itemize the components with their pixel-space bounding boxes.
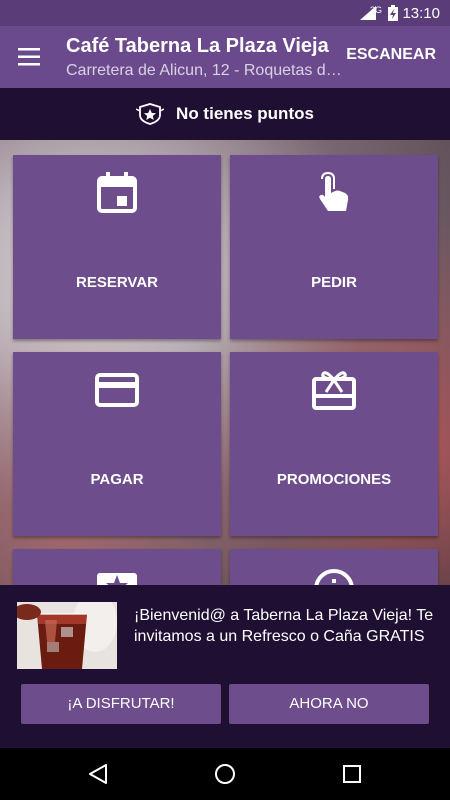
tile-info[interactable]	[230, 549, 438, 585]
tile-loyalty[interactable]	[13, 549, 221, 585]
tile-label: PROMOCIONES	[276, 471, 392, 488]
credit-card-icon	[95, 373, 139, 407]
welcome-message: ¡Bienvenid@ a Taberna La Plaza Vieja! Te…	[134, 607, 434, 645]
welcome-banner: ¡Bienvenid@ a Taberna La Plaza Vieja! Te…	[0, 585, 450, 748]
recents-icon[interactable]	[341, 763, 363, 785]
tile-label: RESERVAR	[76, 274, 158, 291]
hamburger-menu-icon[interactable]	[14, 43, 44, 71]
home-icon[interactable]	[214, 763, 236, 785]
info-icon	[314, 569, 354, 585]
points-bar[interactable]: No tienes puntos	[0, 88, 450, 140]
soda-glass-image	[17, 602, 117, 669]
tile-pagar[interactable]: PAGAR	[13, 352, 221, 536]
touch-hand-icon	[319, 172, 349, 211]
gift-card-icon	[312, 371, 356, 410]
scan-button[interactable]: ESCANEAR	[346, 46, 436, 64]
tile-promociones[interactable]: PROMOCIONES	[230, 352, 438, 536]
system-nav-bar	[0, 748, 450, 800]
tile-label: PEDIR	[311, 274, 357, 291]
badge-star-icon	[136, 103, 165, 125]
network-type: 3G	[369, 5, 382, 15]
status-bar: 3G 13:10	[0, 0, 450, 26]
app-bar: Café Taberna La Plaza Vieja Carretera de…	[0, 26, 450, 88]
title-block: Café Taberna La Plaza Vieja Carretera de…	[66, 34, 348, 82]
star-card-icon	[97, 573, 137, 585]
back-icon[interactable]	[88, 763, 110, 785]
accept-button[interactable]: ¡A DISFRUTAR!	[21, 684, 221, 724]
battery-icon	[388, 5, 398, 21]
tile-pedir[interactable]: PEDIR	[230, 155, 438, 339]
page-subtitle: Carretera de Alicun, 12 - Roquetas de Ma…	[66, 62, 348, 79]
clock: 13:10	[402, 5, 440, 22]
calendar-icon	[97, 172, 137, 213]
main-grid: RESERVAR PEDIR PAGAR PROMOCIONES	[0, 140, 450, 585]
tile-reservar[interactable]: RESERVAR	[13, 155, 221, 339]
decline-button[interactable]: AHORA NO	[229, 684, 429, 724]
points-label: No tienes puntos	[176, 104, 314, 123]
tile-label: PAGAR	[90, 471, 144, 488]
page-title: Café Taberna La Plaza Vieja	[66, 35, 329, 57]
